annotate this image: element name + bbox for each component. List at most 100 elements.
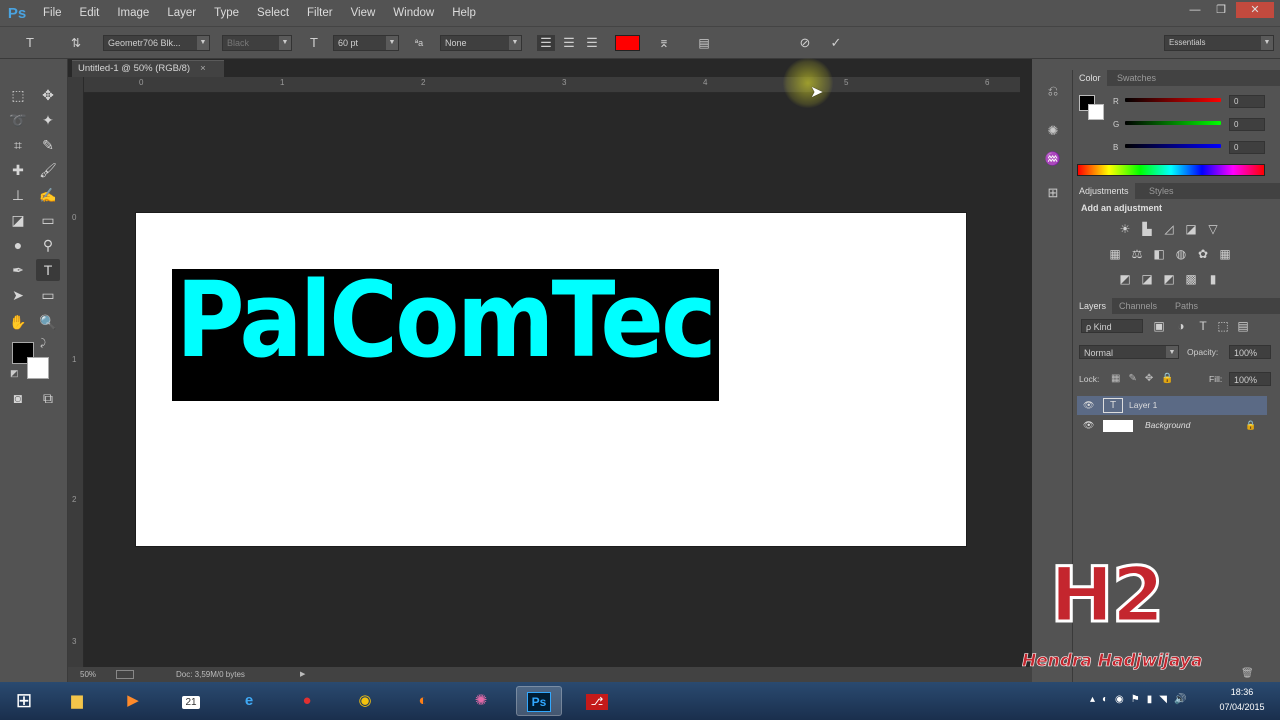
zoom-icon[interactable]: 🔍 <box>36 311 60 333</box>
g-slider[interactable] <box>1125 121 1221 125</box>
filter-type-icon[interactable]: T <box>1195 318 1211 334</box>
tab-paths[interactable]: Paths <box>1169 298 1204 314</box>
brightness-icon[interactable]: ☀ <box>1117 221 1133 237</box>
align-left-icon[interactable]: ☰ <box>537 35 555 51</box>
menu-help[interactable]: Help <box>443 0 485 26</box>
tab-swatches[interactable]: Swatches <box>1111 70 1162 86</box>
hue-saturation-icon[interactable]: ▦ <box>1107 246 1123 262</box>
chrome-icon[interactable]: ◉ <box>342 686 388 716</box>
color-lookup-icon[interactable]: ▦ <box>1217 246 1233 262</box>
acrobat-icon[interactable]: ⎇ <box>574 686 620 716</box>
layer-name[interactable]: Background <box>1145 416 1190 435</box>
eye-icon[interactable]: 👁 <box>1083 416 1094 435</box>
lasso-icon[interactable]: ➰ <box>6 109 30 131</box>
swap-colors-icon[interactable]: ⤸ <box>40 338 46 349</box>
restore-button[interactable]: ❐ <box>1208 2 1234 18</box>
document-tab[interactable]: Untitled-1 @ 50% (RGB/8) × <box>72 60 224 77</box>
tab-styles[interactable]: Styles <box>1143 183 1180 199</box>
commit-icon[interactable]: ✓ <box>826 35 846 51</box>
close-button[interactable]: ✕ <box>1236 2 1274 18</box>
exposure-icon[interactable]: ◪ <box>1183 221 1199 237</box>
text-color-swatch[interactable] <box>615 35 640 51</box>
minimize-button[interactable]: — <box>1182 2 1208 18</box>
delete-layer-icon[interactable]: 🗑 <box>1241 668 1254 679</box>
rectangular-marquee-icon[interactable]: ⬚ <box>6 84 30 106</box>
background-color-swatch[interactable] <box>27 357 49 379</box>
layer-row[interactable]: 👁 T Layer 1 <box>1077 396 1267 415</box>
menu-type[interactable]: Type <box>205 0 248 26</box>
filter-smart-object-icon[interactable]: ▤ <box>1235 318 1251 334</box>
status-menu-arrow-icon[interactable]: ▶ <box>300 667 305 682</box>
b-slider[interactable] <box>1125 144 1221 148</box>
file-explorer-icon[interactable]: ▆ <box>54 686 100 716</box>
photoshop-taskbar-icon[interactable]: Ps <box>516 686 562 716</box>
threshold-icon[interactable]: ◩ <box>1161 271 1177 287</box>
font-size-select[interactable]: 60 pt ▼ <box>333 35 399 51</box>
blend-mode-select[interactable]: Normal ▼ <box>1079 345 1179 359</box>
gradient-map-icon[interactable]: ▮ <box>1205 271 1221 287</box>
menu-window[interactable]: Window <box>384 0 443 26</box>
tab-adjustments[interactable]: Adjustments <box>1073 183 1135 199</box>
calendar-icon[interactable]: 21 <box>168 686 214 716</box>
black-white-icon[interactable]: ◧ <box>1151 246 1167 262</box>
filter-shape-icon[interactable]: ⬚ <box>1215 318 1231 334</box>
channel-mixer-icon[interactable]: ✿ <box>1195 246 1211 262</box>
warp-text-icon[interactable]: ⌆ <box>654 35 674 51</box>
selective-color-icon[interactable]: ▩ <box>1183 271 1199 287</box>
layer-filter-kind[interactable]: ρ Kind <box>1081 319 1143 333</box>
r-slider[interactable] <box>1125 98 1221 102</box>
r-value[interactable]: 0 <box>1229 95 1265 108</box>
toggle-text-orientation-icon[interactable]: ⇅ <box>66 35 86 51</box>
cancel-icon[interactable]: ⊘ <box>795 35 815 51</box>
antivirus-icon[interactable]: ● <box>284 686 330 716</box>
anti-alias-select[interactable]: None ▼ <box>440 35 522 51</box>
internet-explorer-icon[interactable]: e <box>226 686 272 716</box>
clock-date[interactable]: 07/04/2015 <box>1212 702 1272 712</box>
history-icon[interactable]: ⎌ <box>1044 82 1062 100</box>
eye-icon[interactable]: 👁 <box>1083 396 1094 415</box>
firefox-icon[interactable]: ◐ <box>400 686 446 716</box>
system-tray-icons[interactable]: ▴◐◉⚑▮◥🔊 <box>1090 694 1193 705</box>
align-center-icon[interactable]: ☰ <box>560 35 578 51</box>
canvas-text[interactable]: PalComTech <box>176 269 719 381</box>
lock-icons[interactable]: ▦✎✥🔒 <box>1111 373 1182 384</box>
pen-icon[interactable]: ✒ <box>6 259 30 281</box>
document-canvas[interactable]: PalComTech <box>135 212 967 547</box>
crop-icon[interactable]: ⌗ <box>6 134 30 156</box>
type-tool-icon[interactable]: T <box>36 259 60 281</box>
menu-filter[interactable]: Filter <box>298 0 342 26</box>
zoom-level[interactable]: 50% <box>80 667 96 682</box>
font-family-select[interactable]: Geometr706 Blk... ▼ <box>103 35 210 51</box>
color-balance-icon[interactable]: ⚖ <box>1129 246 1145 262</box>
character-icon[interactable]: ⊞ <box>1044 184 1062 202</box>
dodge-icon[interactable]: ⚲ <box>36 234 60 256</box>
photo-filter-icon[interactable]: ◍ <box>1173 246 1189 262</box>
menu-select[interactable]: Select <box>248 0 298 26</box>
brush-presets-icon[interactable]: ✺ <box>1044 122 1062 140</box>
menu-image[interactable]: Image <box>108 0 158 26</box>
levels-icon[interactable]: ▙ <box>1139 221 1155 237</box>
tab-color[interactable]: Color <box>1073 70 1107 86</box>
tab-channels[interactable]: Channels <box>1113 298 1163 314</box>
opacity-input[interactable]: 100% <box>1229 345 1271 359</box>
menu-view[interactable]: View <box>342 0 385 26</box>
filter-pixel-icon[interactable]: ▣ <box>1151 318 1167 334</box>
brush-icon[interactable]: 🖌 <box>36 159 60 181</box>
move-tool-icon[interactable]: ✥ <box>36 84 60 106</box>
screen-mode-icon[interactable]: ⧉ <box>36 387 60 409</box>
clone-stamp-icon[interactable]: ⊥ <box>6 184 30 206</box>
b-value[interactable]: 0 <box>1229 141 1265 154</box>
clock-time[interactable]: 18:36 <box>1212 687 1272 697</box>
clone-source-icon[interactable]: ♒ <box>1044 150 1062 168</box>
filter-adjustment-icon[interactable]: ◑ <box>1173 318 1189 334</box>
eraser-icon[interactable]: ◪ <box>6 209 30 231</box>
menu-edit[interactable]: Edit <box>71 0 109 26</box>
color-background-swatch[interactable] <box>1088 104 1104 120</box>
workspace-select[interactable]: Essentials ▼ <box>1164 35 1274 51</box>
layer-row[interactable]: 👁 Background 🔒 <box>1077 416 1267 435</box>
posterize-icon[interactable]: ◪ <box>1139 271 1155 287</box>
quick-mask-icon[interactable]: ◙ <box>6 387 30 409</box>
vibrance-icon[interactable]: ▽ <box>1205 221 1221 237</box>
align-right-icon[interactable]: ☰ <box>583 35 601 51</box>
curves-icon[interactable]: ◿ <box>1161 221 1177 237</box>
